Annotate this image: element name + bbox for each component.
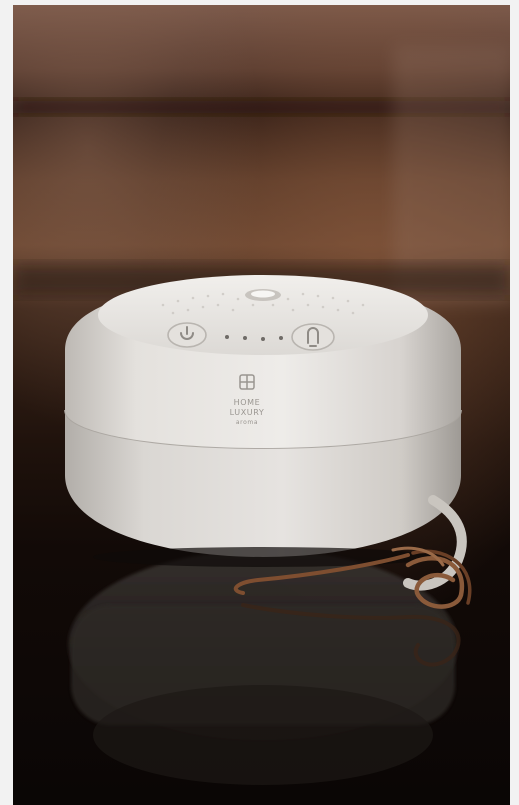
power-button[interactable] <box>167 322 207 348</box>
device-top <box>98 275 428 355</box>
brand-line-3: aroma <box>236 419 258 426</box>
device-reflection <box>68 550 458 785</box>
light-button[interactable] <box>291 323 335 351</box>
photo: HOME LUXURY aroma <box>13 5 510 805</box>
brand-line-2: LUXURY <box>230 408 265 417</box>
photo-frame: HOME LUXURY aroma <box>13 5 510 805</box>
diffuser-device: HOME LUXURY aroma <box>64 275 462 567</box>
brand-line-1: HOME <box>234 398 261 407</box>
